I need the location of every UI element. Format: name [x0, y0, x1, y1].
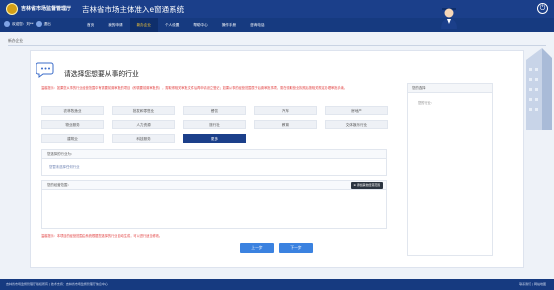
- industry-option[interactable]: 批发和零售业: [112, 106, 175, 115]
- industry-option[interactable]: 更多: [183, 134, 246, 143]
- nav-item[interactable]: 个人设置: [158, 18, 186, 32]
- warning-text: 温馨提示：如果您从事的行业经营范围中有需要前置审批的项目（即需要前置审批的），需…: [41, 86, 347, 90]
- nav-item[interactable]: 帮助中心: [186, 18, 214, 32]
- industry-option[interactable]: 人力资源: [112, 120, 175, 129]
- breadcrumb: 新办企业: [8, 38, 24, 43]
- industry-option[interactable]: 农林牧渔业: [41, 106, 104, 115]
- industry-grid: 农林牧渔业 批发和零售业 餐饮 汽车 房地产物业服务 人力资源 旅行社 教育 文体娱乐行业建筑业…: [41, 106, 388, 143]
- building-illustration-icon: [526, 48, 552, 130]
- user-label: 欢迎您：刘**: [12, 21, 34, 26]
- officer-mascot-icon: [441, 5, 457, 29]
- add-scope-button[interactable]: ⊕ 添加其他经营范围: [350, 182, 383, 189]
- nav-item[interactable]: 咨询电话: [243, 18, 271, 32]
- user-info: 欢迎您：刘** 退出: [4, 21, 51, 27]
- next-button[interactable]: 下一步: [279, 243, 313, 253]
- selection-summary: 您的选择 您的行业：: [407, 83, 493, 256]
- industry-option[interactable]: 餐饮: [183, 106, 246, 115]
- selected-industry-value: 您暂未选择任何行业: [41, 159, 387, 176]
- nav-item[interactable]: 操作手册: [215, 18, 243, 32]
- nav-item[interactable]: 我的申请: [101, 18, 129, 32]
- industry-option[interactable]: 旅行社: [183, 120, 246, 129]
- note-text: 温馨提示：本项目的经营范围由系统根据您选择的行业自动生成，可以进行适当修改。: [41, 234, 163, 238]
- summary-body: 您的行业：: [418, 101, 434, 105]
- summary-header: 您的选择: [408, 84, 492, 93]
- exit-icon[interactable]: [35, 21, 42, 27]
- system-title: 吉林省市场主体准入e窗通系统: [82, 5, 185, 14]
- industry-option[interactable]: 教育: [254, 120, 317, 129]
- industry-option[interactable]: 文体娱乐行业: [325, 120, 388, 129]
- add-scope-label: 添加其他经营范围: [356, 183, 380, 187]
- business-scope-header: 您的经营范围： ⊕ 添加其他经营范围: [41, 180, 387, 190]
- footer-copyright: 吉林省市场监督管理厅版权所有 | 技术支持：吉林省市场监督管理厅信息中心: [6, 282, 108, 286]
- footer-links[interactable]: 联系我们 | 网站地图: [519, 279, 546, 290]
- breadcrumb-divider: [8, 45, 546, 46]
- industry-option[interactable]: 物业服务: [41, 120, 104, 129]
- selected-industry-header: 您选择的行业为：: [41, 149, 387, 159]
- industry-option[interactable]: 建筑业: [41, 134, 104, 143]
- nav-menu: 首页 我的申请 新办企业 个人设置 帮助中心 操作手册 咨询电话: [80, 18, 271, 32]
- org-name: 吉林省市场监督管理厅: [21, 6, 72, 12]
- exit-link[interactable]: 退出: [44, 22, 51, 27]
- top-header: 吉林省市场监督管理厅 吉林省市场主体准入e窗通系统 ⏻: [0, 0, 554, 18]
- prev-button[interactable]: 上一步: [240, 243, 274, 253]
- industry-option[interactable]: 房地产: [325, 106, 388, 115]
- business-scope-textarea[interactable]: [41, 190, 387, 229]
- nav-item[interactable]: 新办企业: [129, 18, 158, 32]
- footer: 吉林省市场监督管理厅版权所有 | 技术支持：吉林省市场监督管理厅信息中心 联系我…: [0, 279, 554, 290]
- page-title: 请选择您想要从事的行业: [64, 70, 139, 78]
- industry-option[interactable]: 汽车: [254, 106, 317, 115]
- nav-item[interactable]: 首页: [80, 18, 101, 32]
- power-icon[interactable]: ⏻: [537, 3, 548, 14]
- industry-option[interactable]: 科技服务: [112, 134, 175, 143]
- emblem-icon: [6, 3, 18, 15]
- nav-bar: 欢迎您：刘** 退出 首页 我的申请 新办企业 个人设置 帮助中心 操作手册 咨询电话: [0, 18, 554, 32]
- chat-bubble-icon: [36, 62, 54, 78]
- business-scope-label: 您的经营范围：: [47, 183, 71, 187]
- industry-card: 请选择您想要从事的行业 温馨提示：如果您从事的行业经营范围中有需要前置审批的项目…: [30, 50, 524, 268]
- user-icon: [4, 21, 10, 27]
